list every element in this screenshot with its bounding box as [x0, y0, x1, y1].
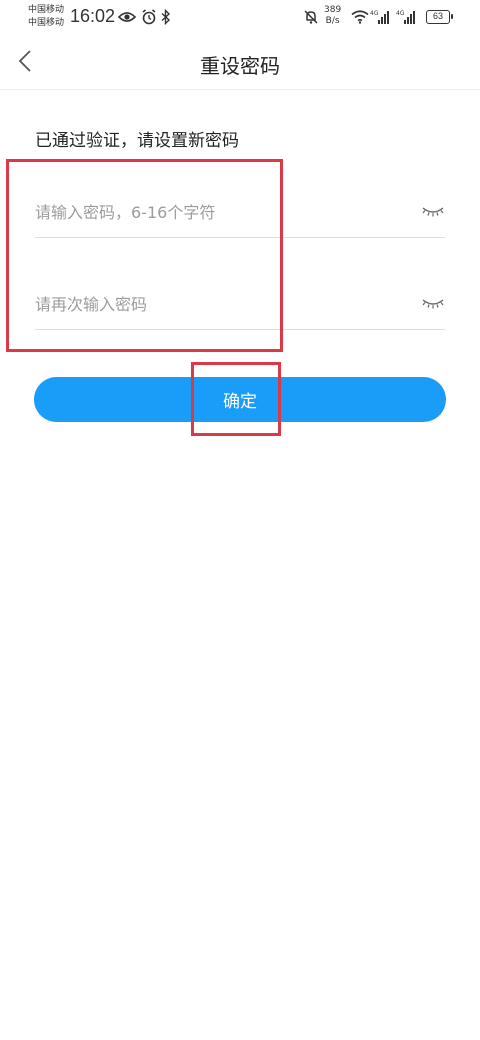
battery-icon: 63: [426, 10, 453, 24]
net-speed-value: 389: [324, 5, 342, 15]
wifi-icon: [350, 8, 370, 26]
signal-icon: 4G: [396, 8, 418, 26]
carrier-2: 中国移动: [28, 18, 65, 28]
password-field: [35, 188, 445, 238]
closed-eye-icon[interactable]: [421, 202, 445, 222]
password-input[interactable]: [35, 188, 405, 236]
nav-bar: 重设密码: [0, 36, 480, 90]
eye-icon: [117, 8, 137, 26]
status-time: 16:02: [70, 6, 116, 26]
confirm-password-field: [35, 280, 445, 330]
alarm-icon: [140, 8, 158, 26]
signal-icon: 4G: [370, 8, 392, 26]
page-title: 重设密码: [200, 54, 280, 78]
signal-label: 4G: [396, 10, 405, 17]
form-subtitle: 已通过验证，请设置新密码: [35, 131, 239, 151]
carrier-1: 中国移动: [28, 5, 65, 15]
net-speed: 389 B/s: [324, 5, 341, 27]
status-bar: 中国移动 中国移动 16:02 389 B/s 4G 4G 63: [0, 0, 480, 36]
bluetooth-icon: [160, 8, 172, 26]
confirm-button[interactable]: 确定: [34, 377, 446, 422]
net-speed-unit: B/s: [325, 16, 340, 26]
signal-label: 4G: [370, 10, 379, 17]
closed-eye-icon[interactable]: [421, 294, 445, 314]
mute-bell-icon: [302, 8, 320, 26]
carrier-info: 中国移动 中国移动: [28, 4, 64, 30]
confirm-password-input[interactable]: [35, 280, 405, 328]
